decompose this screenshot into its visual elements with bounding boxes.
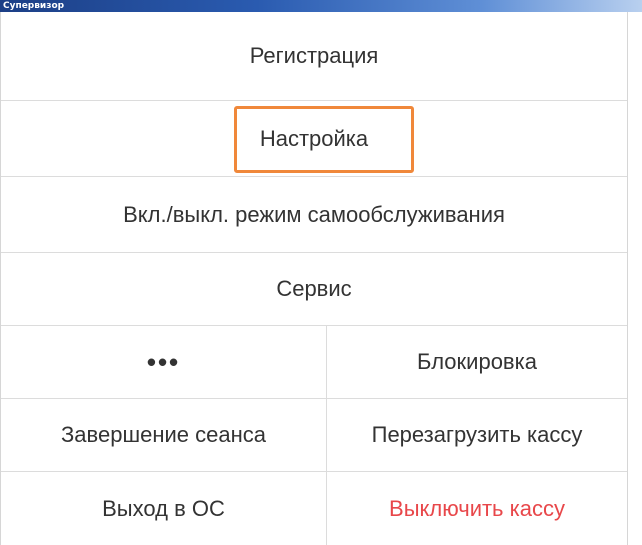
settings-button[interactable]: Настройка bbox=[1, 101, 627, 177]
lock-button[interactable]: Блокировка bbox=[327, 326, 627, 399]
supervisor-menu: Регистрация Настройка Вкл./выкл. режим с… bbox=[0, 12, 628, 545]
end-session-button[interactable]: Завершение сеанса bbox=[1, 399, 327, 472]
shutdown-register-button[interactable]: Выключить кассу bbox=[327, 472, 627, 545]
restart-register-button[interactable]: Перезагрузить кассу bbox=[327, 399, 627, 472]
more-button[interactable]: ••• bbox=[1, 326, 327, 399]
self-service-toggle-button[interactable]: Вкл./выкл. режим самообслуживания bbox=[1, 177, 627, 253]
service-button[interactable]: Сервис bbox=[1, 253, 627, 326]
exit-to-os-button[interactable]: Выход в ОС bbox=[1, 472, 327, 545]
window-title: Супервизор bbox=[0, 0, 642, 12]
more-dots-icon: ••• bbox=[146, 347, 181, 377]
registration-button[interactable]: Регистрация bbox=[1, 12, 627, 101]
